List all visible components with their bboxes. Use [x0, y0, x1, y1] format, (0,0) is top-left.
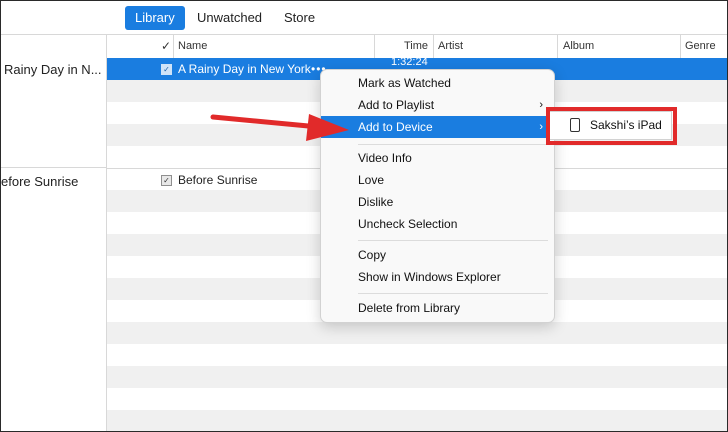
- red-arrow-icon: [210, 114, 349, 141]
- itunes-window: Library Unwatched Store Rainy Day in N..…: [0, 0, 728, 432]
